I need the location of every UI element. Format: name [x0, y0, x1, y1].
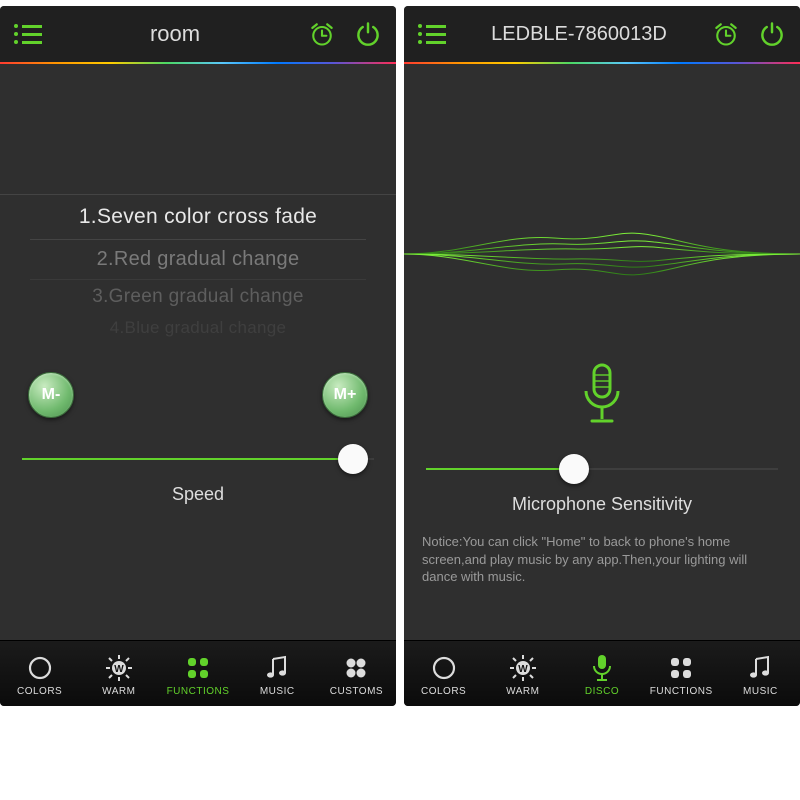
note-icon [265, 655, 289, 681]
tab-music[interactable]: MUSIC [238, 653, 317, 697]
picker-row[interactable]: 3.Green gradual change [30, 280, 366, 314]
phone-functions: room 1.Seven color cross fade 2.Red [0, 6, 396, 706]
device-title[interactable]: LEDBLE-7860013D [446, 23, 712, 46]
waveform [404, 224, 800, 284]
power-icon[interactable] [758, 20, 786, 48]
alarm-icon[interactable] [308, 20, 336, 48]
slider-knob[interactable] [559, 454, 589, 484]
speed-slider[interactable] [22, 434, 374, 484]
mode-picker[interactable]: 1.Seven color cross fade 2.Red gradual c… [0, 194, 396, 342]
alarm-icon[interactable] [712, 20, 740, 48]
slider-label: Speed [0, 484, 396, 505]
slider-knob[interactable] [338, 444, 368, 474]
picker-row[interactable]: 2.Red gradual change [30, 240, 366, 280]
notice-text: Notice:You can click "Home" to back to p… [404, 515, 800, 586]
tab-music[interactable]: MUSIC [721, 653, 800, 697]
tab-customs[interactable]: CUSTOMS [317, 653, 396, 697]
header: LEDBLE-7860013D [404, 6, 800, 62]
picker-row[interactable]: 4.Blue gradual change [30, 314, 366, 342]
note-icon [748, 655, 772, 681]
bottom-nav: COLORS W WARM [0, 640, 396, 706]
quad-icon [343, 655, 369, 681]
sensitivity-slider[interactable] [426, 444, 778, 494]
tab-colors[interactable]: COLORS [404, 653, 483, 697]
mode-prev-button[interactable]: M- [28, 372, 74, 418]
warm-icon: W [509, 654, 537, 682]
tab-functions[interactable]: FUNCTIONS [158, 653, 237, 697]
warm-icon: W [105, 654, 133, 682]
device-title[interactable]: room [42, 21, 308, 47]
tab-functions[interactable]: FUNCTIONS [642, 653, 721, 697]
tab-disco[interactable]: DISCO [562, 653, 641, 697]
circle-icon [431, 655, 457, 681]
menu-icon[interactable] [14, 24, 42, 44]
tab-colors[interactable]: COLORS [0, 653, 79, 697]
picker-row-selected[interactable]: 1.Seven color cross fade [30, 195, 366, 240]
slider-label: Microphone Sensitivity [404, 494, 800, 515]
quad-icon [668, 655, 694, 681]
quad-icon [185, 655, 211, 681]
tab-warm[interactable]: W WARM [483, 653, 562, 697]
circle-icon [27, 655, 53, 681]
tab-warm[interactable]: W WARM [79, 653, 158, 697]
header: room [0, 6, 396, 62]
mode-next-button[interactable]: M+ [322, 372, 368, 418]
microphone-icon[interactable] [404, 359, 800, 436]
phone-disco: LEDBLE-7860013D [404, 6, 800, 706]
svg-text:W: W [518, 664, 528, 675]
menu-icon[interactable] [418, 24, 446, 44]
svg-text:W: W [114, 664, 124, 675]
bottom-nav: COLORS W WARM [404, 640, 800, 706]
power-icon[interactable] [354, 20, 382, 48]
mic-icon [591, 653, 613, 683]
